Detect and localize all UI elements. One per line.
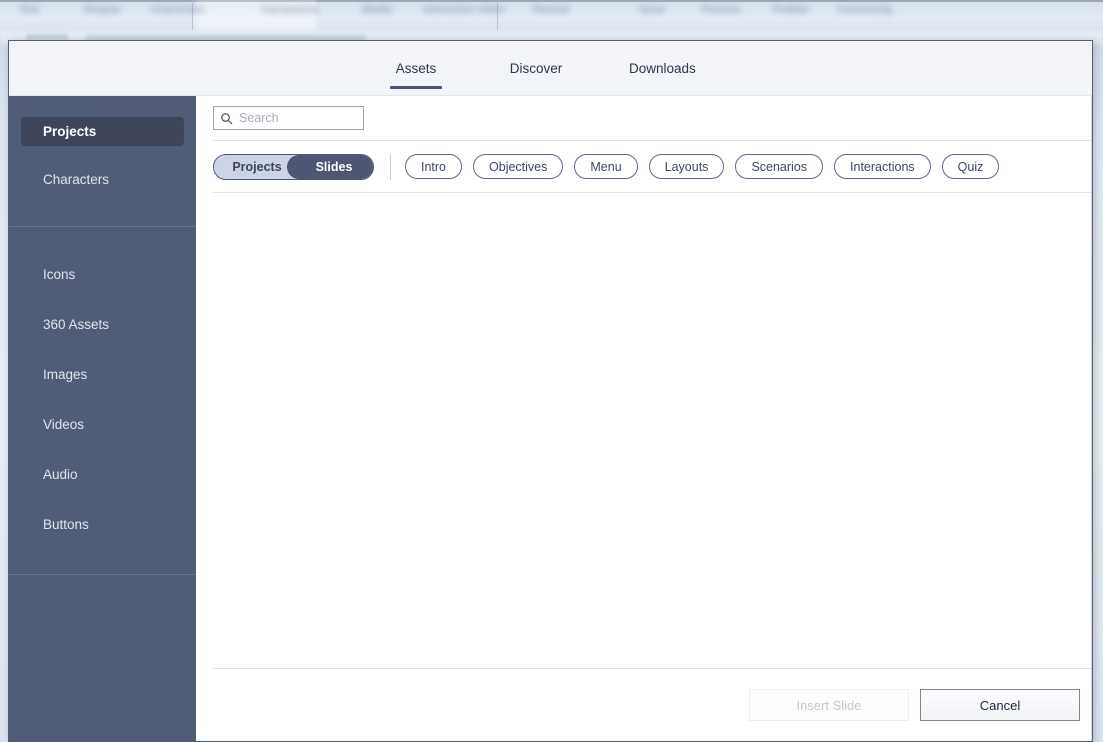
dialog-body: Projects Characters Icons 360 Assets Ima… xyxy=(9,96,1092,741)
sidebar-item-icons[interactable]: Icons xyxy=(21,260,184,289)
sidebar-item-label: Images xyxy=(43,367,88,382)
sidebar-item-videos[interactable]: Videos xyxy=(21,410,184,439)
filter-pill-label: Interactions xyxy=(850,159,915,174)
sidebar-item-label: Characters xyxy=(43,172,110,187)
sidebar-item-projects[interactable]: Projects xyxy=(21,117,184,146)
search-row xyxy=(196,96,1092,140)
sidebar-item-label: 360 Assets xyxy=(43,317,110,332)
filter-pill-menu[interactable]: Menu xyxy=(574,154,638,179)
asset-results-grid[interactable] xyxy=(196,193,1092,668)
tab-active-underline xyxy=(390,86,442,89)
filter-pill-label: Intro xyxy=(421,159,447,174)
sidebar-item-label: Icons xyxy=(43,267,76,282)
sidebar-item-label: Videos xyxy=(43,417,85,432)
ribbon-item-characters[interactable]: Characters xyxy=(143,4,213,16)
ribbon-item-save[interactable]: Save xyxy=(626,4,678,16)
dialog-footer: Insert Slide Cancel xyxy=(196,669,1092,741)
ribbon-item-interactions[interactable]: Interactions xyxy=(235,4,345,16)
asset-library-dialog: Assets Discover Downloads Projects Chara… xyxy=(8,40,1093,742)
cancel-label: Cancel xyxy=(979,697,1021,713)
sidebar-group-media: Icons 360 Assets Images Videos Audio But… xyxy=(9,227,196,560)
filter-pill-quiz[interactable]: Quiz xyxy=(941,154,1000,179)
search-input[interactable] xyxy=(239,111,357,125)
sidebar-item-images[interactable]: Images xyxy=(21,360,184,389)
sidebar-item-label: Buttons xyxy=(43,517,89,532)
asset-browser-panel: Projects Slides Intro Objectives Menu xyxy=(196,96,1092,741)
segment-slides-label: Slides xyxy=(315,159,353,174)
filter-row: Projects Slides Intro Objectives Menu La… xyxy=(196,141,1092,192)
sidebar-item-characters[interactable]: Characters xyxy=(21,165,184,194)
ribbon-item-community[interactable]: Community xyxy=(826,4,904,16)
search-input-wrapper[interactable] xyxy=(213,106,364,130)
insert-slide-button[interactable]: Insert Slide xyxy=(749,689,909,721)
segment-projects-label: Projects xyxy=(232,159,282,174)
ribbon-item-preview[interactable]: Preview xyxy=(690,4,752,16)
sidebar-filler xyxy=(9,575,196,741)
sidebar-item-label: Audio xyxy=(43,467,78,482)
filter-pill-intro[interactable]: Intro xyxy=(405,154,463,179)
ribbon-menu-items: Text Shapes Characters Interactions Medi… xyxy=(0,4,1103,16)
filter-pill-label: Layouts xyxy=(664,159,709,174)
filter-pill-label: Scenarios xyxy=(751,159,808,174)
segment-slides[interactable]: Slides xyxy=(287,154,373,179)
ribbon-item-record[interactable]: Record xyxy=(521,4,581,16)
ribbon-item-media[interactable]: Media xyxy=(349,4,405,16)
filter-pill-label: Quiz xyxy=(957,159,984,174)
panel-right-edge xyxy=(1091,96,1092,741)
dialog-tab-bar: Assets Discover Downloads xyxy=(9,41,1092,96)
tab-downloads[interactable]: Downloads xyxy=(629,41,696,89)
type-segmented-control: Projects Slides xyxy=(213,153,374,180)
sidebar-item-buttons[interactable]: Buttons xyxy=(21,510,184,539)
search-icon xyxy=(221,112,233,124)
filter-pill-interactions[interactable]: Interactions xyxy=(834,154,931,179)
tab-discover[interactable]: Discover xyxy=(509,41,563,89)
ribbon-item-interactive-video[interactable]: Interactive Video xyxy=(411,4,517,16)
ribbon-item-publish[interactable]: Publish xyxy=(762,4,820,16)
tab-underline xyxy=(510,86,562,89)
ribbon-top-edge xyxy=(0,0,1103,2)
sidebar-item-360-assets[interactable]: 360 Assets xyxy=(21,310,184,339)
tab-downloads-label: Downloads xyxy=(629,61,696,76)
tab-underline xyxy=(636,86,688,89)
tab-discover-label: Discover xyxy=(509,61,563,76)
ribbon-item-shapes[interactable]: Shapes xyxy=(66,4,138,16)
filter-pill-label: Menu xyxy=(590,159,622,174)
filter-pill-objectives[interactable]: Objectives xyxy=(473,154,564,179)
filter-pill-scenarios[interactable]: Scenarios xyxy=(735,154,824,179)
filter-pill-label: Objectives xyxy=(489,159,548,174)
tab-assets[interactable]: Assets xyxy=(389,41,443,89)
tab-assets-label: Assets xyxy=(395,61,437,76)
sidebar-item-label: Projects xyxy=(43,124,97,139)
sidebar-item-audio[interactable]: Audio xyxy=(21,460,184,489)
cancel-button[interactable]: Cancel xyxy=(920,689,1080,721)
insert-slide-label: Insert Slide xyxy=(796,697,862,713)
filter-pill-layouts[interactable]: Layouts xyxy=(648,154,725,179)
filter-separator xyxy=(390,153,391,180)
ribbon-item-text[interactable]: Text xyxy=(0,4,58,16)
asset-category-sidebar: Projects Characters Icons 360 Assets Ima… xyxy=(9,96,196,741)
